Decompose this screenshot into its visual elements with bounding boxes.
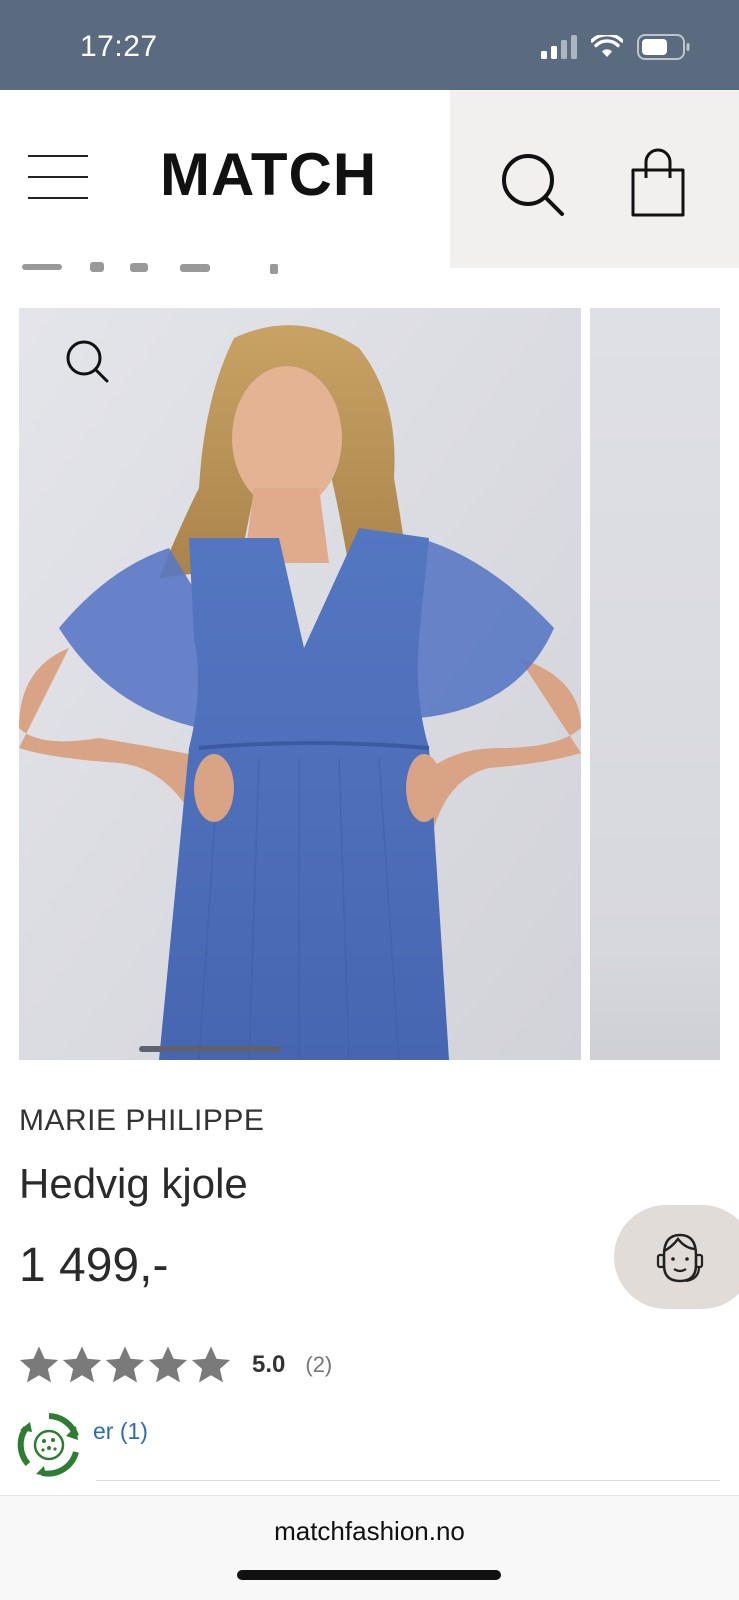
product-image-next[interactable] xyxy=(590,308,720,1060)
rating-value: 5.0 xyxy=(252,1351,286,1378)
star-icon xyxy=(62,1346,102,1383)
site-header: MATCH xyxy=(0,90,739,272)
menu-icon-line xyxy=(28,155,88,157)
search-icon xyxy=(502,154,564,216)
partial-breadcrumb-text xyxy=(22,262,278,274)
search-button[interactable] xyxy=(498,150,568,220)
star-icon xyxy=(148,1346,188,1383)
product-image-gallery[interactable] xyxy=(0,308,739,1060)
sustainability-badge-icon[interactable] xyxy=(16,1412,82,1478)
product-price: 1 499,- xyxy=(19,1239,169,1292)
star-icon xyxy=(105,1346,145,1383)
battery-icon xyxy=(637,34,690,60)
product-rating[interactable]: 5.0 (2) xyxy=(18,1345,332,1385)
header-left: MATCH xyxy=(0,90,450,268)
signal-icon xyxy=(541,35,577,59)
cart-button[interactable] xyxy=(630,148,686,218)
status-time: 17:27 xyxy=(80,30,158,63)
browser-address-bar[interactable]: matchfashion.no xyxy=(0,1495,739,1600)
rating-count[interactable]: (2) xyxy=(305,1352,332,1378)
rating-stars xyxy=(18,1345,232,1385)
menu-button[interactable] xyxy=(28,155,88,201)
product-title: Hedvig kjole xyxy=(19,1160,248,1207)
reviews-link[interactable]: er (1) xyxy=(93,1418,148,1445)
star-icon xyxy=(19,1346,59,1383)
support-agent-icon xyxy=(656,1233,704,1283)
gallery-scroll-indicator xyxy=(139,1046,281,1052)
status-bar: 17:27 xyxy=(0,0,739,90)
menu-icon-line xyxy=(28,197,88,199)
menu-icon-line xyxy=(28,176,88,178)
shopping-bag-icon xyxy=(631,148,685,217)
model-photo xyxy=(19,308,581,1060)
product-brand[interactable]: MARIE PHILIPPE xyxy=(19,1104,264,1138)
zoom-button[interactable] xyxy=(63,338,113,388)
wifi-icon xyxy=(591,35,623,57)
customer-service-chat-button[interactable] xyxy=(614,1205,739,1309)
star-icon xyxy=(191,1346,231,1383)
product-image-main[interactable] xyxy=(19,308,581,1060)
magnifier-icon xyxy=(66,340,109,383)
status-icons xyxy=(541,34,691,60)
home-indicator[interactable] xyxy=(237,1570,501,1580)
section-divider xyxy=(96,1480,720,1481)
match-logo[interactable]: MATCH xyxy=(160,140,377,209)
url-text[interactable]: matchfashion.no xyxy=(0,1516,739,1547)
